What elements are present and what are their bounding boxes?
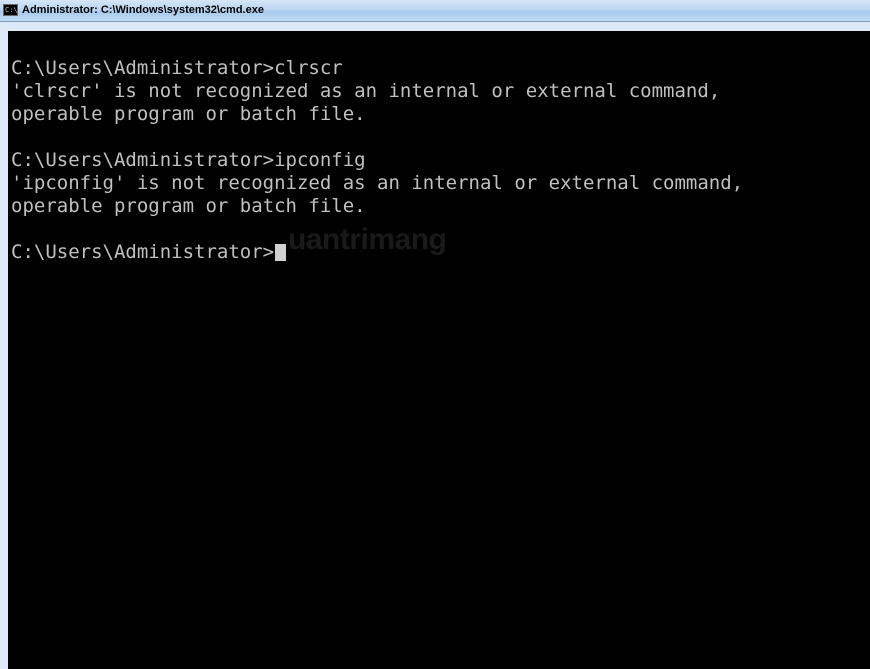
title-bar[interactable]: C:\. Administrator: C:\Windows\system32\… xyxy=(0,0,870,22)
console-frame: C:\Users\Administrator>clrscr 'clrscr' i… xyxy=(0,22,870,669)
console-line: 'clrscr' is not recognized as an interna… xyxy=(11,80,721,102)
console-line: operable program or batch file. xyxy=(11,195,366,217)
console-line: C:\Users\Administrator>ipconfig xyxy=(11,149,366,171)
text-cursor xyxy=(275,244,287,261)
console-prompt-line[interactable]: C:\Users\Administrator> xyxy=(11,241,287,263)
watermark-logo: uantrimang xyxy=(288,223,447,256)
console-line: 'ipconfig' is not recognized as an inter… xyxy=(11,172,744,194)
console-line: C:\Users\Administrator>clrscr xyxy=(11,57,343,79)
cmd-window: C:\. Administrator: C:\Windows\system32\… xyxy=(0,0,870,669)
console-line: operable program or batch file. xyxy=(11,103,366,125)
console-output[interactable]: C:\Users\Administrator>clrscr 'clrscr' i… xyxy=(8,31,870,669)
window-title: Administrator: C:\Windows\system32\cmd.e… xyxy=(22,4,264,16)
console-prompt: C:\Users\Administrator> xyxy=(11,241,275,263)
cmd-console-icon[interactable]: C:\. xyxy=(3,4,18,16)
